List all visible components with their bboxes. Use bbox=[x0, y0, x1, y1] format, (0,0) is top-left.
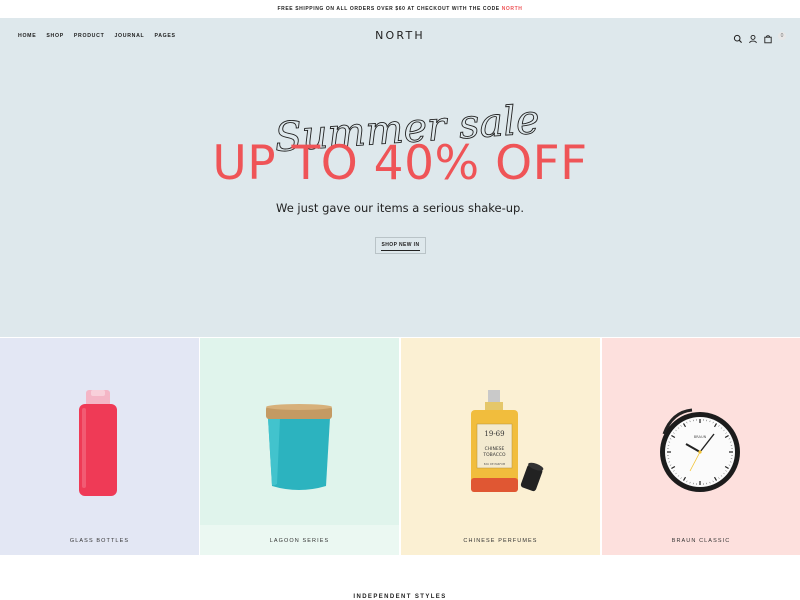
category-label: GLASS BOTTLES bbox=[69, 538, 130, 544]
category-card-glass-bottles[interactable]: GLASS BOTTLES bbox=[0, 338, 199, 555]
lagoon-candle-image bbox=[200, 404, 399, 555]
account-icon[interactable] bbox=[748, 31, 758, 44]
hero-banner: HOME SHOP PRODUCT JOURNAL PAGES NORTH 0 … bbox=[0, 18, 800, 337]
shop-new-in-button[interactable]: SHOP NEW IN bbox=[375, 237, 426, 254]
search-icon[interactable] bbox=[733, 31, 743, 43]
category-grid: GLASS BOTTLES LAGOON SERIES 19-69 CHINES… bbox=[0, 338, 800, 555]
section-title-independent-styles: INDEPENDENT STYLES bbox=[353, 594, 447, 600]
site-logo[interactable]: NORTH bbox=[0, 29, 800, 42]
svg-text:TOBACCO: TOBACCO bbox=[482, 452, 506, 458]
announcement-bar: FREE SHIPPING ON ALL ORDERS OVER $60 AT … bbox=[0, 0, 800, 18]
glass-bottle-image bbox=[79, 390, 117, 496]
svg-text:EAU DE PARFUM: EAU DE PARFUM bbox=[484, 462, 505, 466]
svg-text:BRAUN: BRAUN bbox=[694, 435, 707, 439]
category-label: LAGOON SERIES bbox=[269, 538, 330, 544]
svg-text:19-69: 19-69 bbox=[484, 430, 504, 438]
braun-clock-image: BRAUN bbox=[660, 408, 740, 492]
announcement-code: NORTH bbox=[501, 6, 523, 12]
cart-icon[interactable] bbox=[763, 31, 773, 44]
header-icons: 0 bbox=[733, 31, 786, 44]
cart-count-badge: 0 bbox=[778, 32, 786, 40]
category-label: BRAUN CLASSIC bbox=[671, 538, 731, 544]
announcement-text: FREE SHIPPING ON ALL ORDERS OVER $60 AT … bbox=[277, 6, 500, 12]
hero-subheading: We just gave our items a serious shake-u… bbox=[276, 201, 524, 215]
perfume-bottle-image: 19-69 CHINESE TOBACCO EAU DE PARFUM bbox=[471, 390, 544, 492]
category-card-braun-classic[interactable]: BRAUN BRAUN CLASSIC bbox=[602, 338, 800, 555]
category-card-chinese-perfumes[interactable]: 19-69 CHINESE TOBACCO EAU DE PARFUM CHIN… bbox=[401, 338, 600, 555]
category-label: CHINESE PERFUMES bbox=[463, 538, 538, 544]
category-card-lagoon-series[interactable]: LAGOON SERIES bbox=[200, 338, 399, 555]
hero-headline: UP TO 40% OFF bbox=[212, 136, 588, 191]
svg-text:CHINESE: CHINESE bbox=[485, 446, 505, 452]
